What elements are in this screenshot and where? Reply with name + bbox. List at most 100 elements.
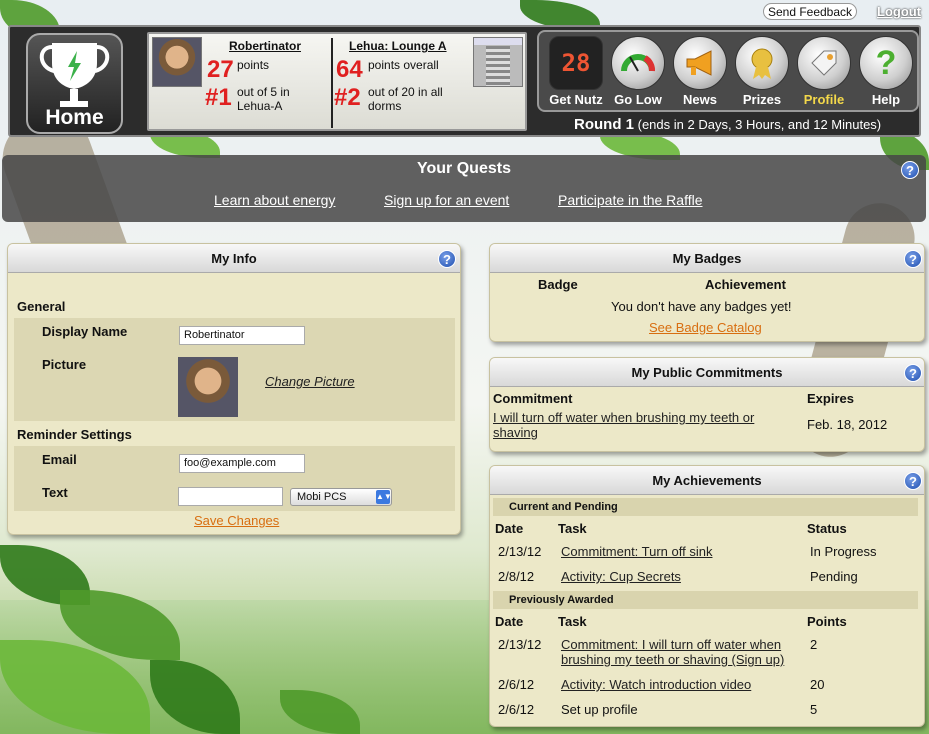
- main-nav: 28 Get Nutz Go Low News Prizes Profile ?…: [537, 30, 919, 112]
- current-row-date: 2/8/12: [498, 569, 535, 584]
- points-label: points: [237, 58, 270, 72]
- current-row-task-link[interactable]: Commitment: Turn off sink: [561, 544, 712, 559]
- header-bar: Home Robertinator 27 points #1 out of 5 …: [8, 25, 921, 137]
- current-row-status: In Progress: [810, 544, 877, 559]
- my-info-header: My Info ?: [8, 244, 460, 273]
- display-name-input[interactable]: Robertinator: [179, 326, 305, 345]
- badge-col-header: Badge: [538, 277, 578, 292]
- nav-label: Profile: [803, 92, 845, 107]
- team-points: 64: [336, 56, 363, 83]
- nav-label: Prizes: [742, 92, 782, 107]
- gauge-icon: [611, 36, 665, 90]
- help-icon[interactable]: ?: [904, 364, 922, 382]
- task-col-header: Task: [558, 521, 587, 536]
- help-icon[interactable]: ?: [904, 472, 922, 490]
- picture-label: Picture: [42, 357, 87, 372]
- profile-tag-icon: [797, 36, 851, 90]
- carrier-value: Mobi PCS: [297, 491, 347, 503]
- select-arrows-icon: ▲▼: [376, 490, 392, 504]
- my-info-panel: My Info ? General Display Name Robertina…: [7, 243, 461, 535]
- team-name-link[interactable]: Lehua: Lounge A: [349, 39, 447, 53]
- nav-help[interactable]: ? Help: [857, 36, 915, 107]
- awarded-row-date: 2/13/12: [498, 637, 542, 652]
- nav-label: Get Nutz: [549, 92, 603, 107]
- commitments-panel: My Public Commitments ? Commitment Expir…: [489, 357, 925, 452]
- dorm-building-image: [473, 37, 523, 87]
- quests-title: Your Quests: [417, 160, 511, 177]
- current-pending-heading: Current and Pending: [493, 498, 918, 516]
- question-icon: ?: [859, 36, 913, 90]
- quests-bar: Your Quests Learn about energy Sign up f…: [2, 155, 926, 222]
- awarded-row-date: 2/6/12: [498, 677, 535, 692]
- round-name: Round 1: [574, 116, 634, 133]
- nav-prizes[interactable]: Prizes: [733, 36, 791, 107]
- user-avatar: [152, 37, 202, 87]
- badge-catalog-link[interactable]: See Badge Catalog: [649, 320, 762, 335]
- send-feedback-button[interactable]: Send Feedback: [763, 3, 857, 20]
- home-button[interactable]: Home: [26, 33, 123, 134]
- task-col-header: Task: [558, 614, 587, 629]
- commitment-link[interactable]: I will turn off water when brushing my t…: [493, 410, 783, 440]
- text-label: Text: [42, 485, 68, 500]
- quests-help-icon[interactable]: ?: [901, 161, 919, 179]
- status-col-header: Status: [807, 521, 847, 536]
- quest-sign-up-event[interactable]: Sign up for an event: [384, 192, 509, 208]
- commitments-header: My Public Commitments ?: [490, 358, 924, 387]
- commitment-col-header: Commitment: [493, 391, 573, 406]
- nav-news[interactable]: News: [671, 36, 729, 107]
- current-row-task-link[interactable]: Activity: Cup Secrets: [561, 569, 681, 584]
- medal-icon: [735, 36, 789, 90]
- nav-go-low[interactable]: Go Low: [609, 36, 667, 107]
- achievements-panel: My Achievements ? Current and Pending Da…: [489, 465, 925, 727]
- nav-get-nutz[interactable]: 28 Get Nutz: [547, 36, 605, 107]
- panel-title: My Achievements: [652, 473, 762, 488]
- general-heading: General: [17, 299, 66, 314]
- round-info: Round 1 (ends in 2 Days, 3 Hours, and 12…: [574, 116, 881, 133]
- achievement-col-header: Achievement: [705, 277, 786, 292]
- quest-raffle[interactable]: Participate in the Raffle: [558, 192, 703, 208]
- no-badges-message: You don't have any badges yet!: [611, 299, 792, 314]
- email-label: Email: [42, 452, 77, 467]
- date-col-header: Date: [495, 614, 524, 629]
- reminder-settings-heading: Reminder Settings: [17, 427, 132, 442]
- megaphone-icon: [673, 36, 727, 90]
- panel-title: My Info: [211, 251, 257, 266]
- help-icon[interactable]: ?: [438, 250, 456, 268]
- quest-learn-energy[interactable]: Learn about energy: [214, 192, 335, 208]
- user-rank: #1: [205, 84, 232, 111]
- commitment-expires: Feb. 18, 2012: [807, 417, 888, 432]
- nav-label: News: [683, 92, 717, 107]
- stats-panel: Robertinator 27 points #1 out of 5 in Le…: [147, 32, 527, 131]
- team-points-label: points overall: [368, 58, 439, 72]
- carrier-select[interactable]: Mobi PCS ▲▼: [290, 488, 392, 506]
- round-detail: (ends in 2 Days, 3 Hours, and 12 Minutes…: [637, 117, 882, 132]
- current-row-date: 2/13/12: [498, 544, 542, 559]
- awarded-row-points: 2: [810, 637, 818, 652]
- change-picture-link[interactable]: Change Picture: [265, 374, 355, 389]
- text-number-input[interactable]: [178, 487, 283, 506]
- team-rank: #2: [334, 84, 361, 111]
- nav-label: Go Low: [614, 92, 662, 107]
- display-name-label: Display Name: [42, 324, 128, 339]
- my-badges-header: My Badges ?: [490, 244, 924, 273]
- panel-title: My Public Commitments: [631, 365, 783, 380]
- help-icon[interactable]: ?: [904, 250, 922, 268]
- user-points: 27: [207, 56, 234, 83]
- awarded-row-task-link[interactable]: Activity: Watch introduction video: [561, 677, 751, 692]
- expires-col-header: Expires: [807, 391, 854, 406]
- nav-profile[interactable]: Profile: [795, 36, 853, 107]
- stats-divider: [331, 38, 333, 128]
- awarded-row-points: 20: [810, 677, 825, 692]
- awarded-row-task-link[interactable]: Commitment: I will turn off water when b…: [561, 637, 796, 667]
- nutz-counter-icon: 28: [549, 36, 603, 90]
- current-row-status: Pending: [810, 569, 858, 584]
- nav-label: Help: [871, 92, 901, 107]
- user-name-link[interactable]: Robertinator: [229, 39, 301, 53]
- date-col-header: Date: [495, 521, 524, 536]
- trophy-icon: [39, 43, 110, 107]
- save-changes-link[interactable]: Save Changes: [194, 513, 279, 528]
- panel-title: My Badges: [672, 251, 742, 266]
- logout-link[interactable]: Logout: [877, 4, 921, 19]
- email-input[interactable]: foo@example.com: [179, 454, 305, 473]
- user-rank-text: out of 5 in Lehua-A: [237, 85, 290, 113]
